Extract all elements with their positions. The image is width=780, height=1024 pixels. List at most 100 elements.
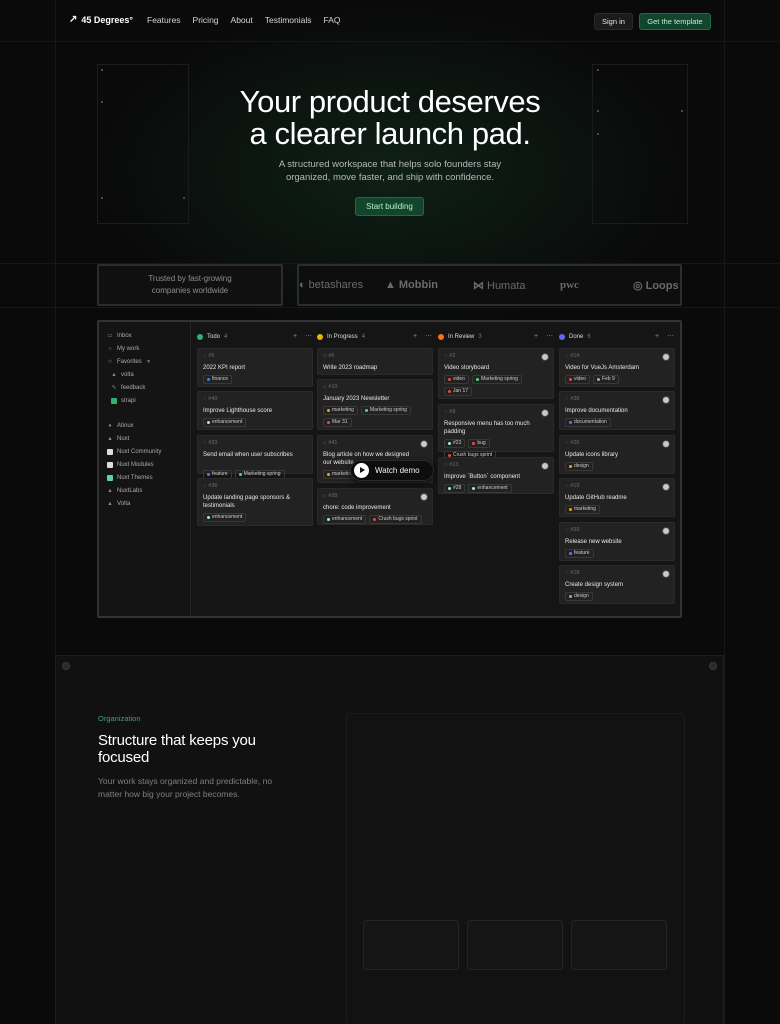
sidebar-item-volta[interactable]: ▲ volta [111, 372, 133, 378]
arrow-up-right-icon: ↗ [69, 14, 78, 25]
task-card[interactable]: ◌ #6 Write 2023 roadmap [317, 348, 433, 375]
card-title: Video for VueJs Amsterdam [565, 365, 640, 371]
sidebar-item-nuxt-themes[interactable]: Nuxt Themes [107, 475, 153, 481]
column-title: Todo [207, 334, 221, 340]
nav-link-testimonials[interactable]: Testimonials [265, 15, 312, 25]
sidebar-item-nuxt[interactable]: ▲ Nuxt [107, 436, 129, 442]
task-card[interactable]: ◌ #38 Improve documentation documentation [559, 391, 675, 430]
user-icon: ○ [108, 346, 112, 352]
brand-logo-humata: ⋈ Humata [473, 279, 526, 293]
tag-label: video [453, 376, 465, 382]
card-title: Update GitHub readme [565, 495, 627, 501]
tag-dot-icon [327, 409, 330, 412]
task-card[interactable]: ◌ #9 Responsive menu has too much padding #… [438, 404, 554, 460]
task-card[interactable]: ◌ #18 Create design system design [559, 565, 675, 604]
status-circle-icon: ◌ [565, 483, 569, 489]
tag-dot-icon [448, 487, 451, 490]
task-card[interactable]: ◌ #39 Release new website feature [559, 522, 675, 561]
tag-label: #23 [453, 440, 462, 446]
sidebar-item-nuxtlabs[interactable]: ▲ NuxtLabs [107, 488, 142, 494]
tag-dot-icon [569, 465, 572, 468]
nav-link-about[interactable]: About [231, 15, 253, 25]
tag-label: design [574, 593, 589, 599]
card-tags: design [565, 462, 593, 471]
card-tag: Crush bugs sprint [369, 515, 422, 524]
card-id-row: ◌ #33 [203, 440, 217, 446]
card-tags: video Feb 9 [565, 375, 619, 384]
sidebar-item-atinux[interactable]: ● Atinux [107, 423, 133, 429]
tag-label: Marketing spring [369, 407, 407, 413]
task-card[interactable]: ◌ #33 Send email when user subscribes featu… [197, 435, 313, 479]
sidebar-item-volta-workspace[interactable]: ▲ Volta [107, 501, 130, 507]
get-template-button[interactable]: Get the template [639, 13, 711, 30]
strapi-icon [111, 398, 117, 404]
card-tags: #28 enhancement [444, 484, 512, 493]
column-header: In Progress 4 + ⋯ [317, 332, 435, 342]
column-header: Done 6 + ⋯ [559, 332, 677, 342]
task-card[interactable]: ◌ #40 Improve Lighthouse score enhancement [197, 391, 313, 430]
card-tags: video Marketing spring [444, 375, 522, 384]
feature-panel [346, 713, 685, 1024]
card-id-row: ◌ #13 [444, 462, 458, 468]
tag-label: bug [477, 440, 486, 446]
sidebar-item-my-work[interactable]: ○ My work [107, 346, 139, 352]
brand-logo-loops: ◎ Loops [633, 279, 679, 293]
card-title: Create design system [565, 582, 624, 588]
grid-line [724, 0, 725, 1024]
task-card[interactable]: ◌ #13 Improve `Button` component #28 enhance… [438, 457, 554, 494]
task-card[interactable]: ◌ #28 chore: code improvement enhancement Cr… [317, 488, 433, 525]
sidebar-item-nuxt-modules[interactable]: Nuxt Modules [107, 462, 154, 468]
column-actions-icon[interactable]: + ⋯ [413, 332, 435, 340]
card-id-row: ◌ #18 [565, 570, 579, 576]
watch-demo-button[interactable]: Watch demo [350, 460, 434, 481]
sidebar-item-inbox[interactable]: ▭ Inbox [107, 333, 131, 339]
tag-label: video [574, 376, 586, 382]
sidebar-item-strapi[interactable]: strapi [111, 398, 136, 404]
task-card[interactable]: ◌ #36 Update landing page sponsors & testi… [197, 478, 313, 526]
column-actions-icon[interactable]: + ⋯ [293, 332, 315, 340]
card-tag: design [565, 592, 593, 601]
circle-icon: ◐ [299, 279, 306, 291]
nav-link-pricing[interactable]: Pricing [193, 15, 219, 25]
sign-in-button[interactable]: Sign in [594, 13, 633, 30]
task-card[interactable]: ◌ #5 2022 KPI report finance [197, 348, 313, 387]
tag-label: Crush bugs sprint [378, 516, 418, 522]
tag-label: feature [212, 471, 228, 477]
nav-link-features[interactable]: Features [147, 15, 181, 25]
tag-label: marketing [332, 407, 354, 413]
avatar [662, 396, 670, 404]
tag-label: documentation [574, 419, 607, 425]
column-actions-icon[interactable]: + ⋯ [655, 332, 677, 340]
task-card[interactable]: ◌ #10 January 2023 Newsletter marketing Mark… [317, 379, 433, 430]
status-circle-icon: ◌ [323, 353, 327, 359]
card-id: #10 [328, 384, 338, 390]
card-title: Responsive menu has too much padding [444, 421, 530, 435]
status-circle-icon: ◌ [203, 396, 207, 402]
tag-dot-icon [373, 518, 377, 521]
trusted-text: Trusted by fast-growing companies worldw… [148, 274, 232, 295]
start-building-button[interactable]: Start building [355, 197, 424, 216]
panel-card [571, 920, 667, 970]
top-nav: ↗ 45 Degrees° Features Pricing About Tes… [0, 0, 780, 42]
sidebar-item-favorites[interactable]: ☆ Favorites ▾ [107, 359, 152, 365]
task-card[interactable]: ◌ #2 Video storyboard video Marketing spring… [438, 348, 554, 399]
tag-dot-icon [569, 508, 572, 511]
tag-dot-icon [569, 421, 572, 424]
card-tag: marketing [323, 406, 358, 415]
card-id: #41 [328, 440, 338, 446]
task-card[interactable]: ◌ #19 Update GitHub readme marketing [559, 478, 675, 517]
card-tag: #28 [444, 484, 466, 493]
column-actions-icon[interactable]: + ⋯ [534, 332, 556, 340]
sidebar-item-feedback[interactable]: ✎ feedback [111, 385, 146, 391]
task-card[interactable]: ◌ #20 Update icons library design [559, 435, 675, 474]
card-title: Release new website [565, 539, 622, 545]
task-card[interactable]: ◌ #14 Video for VueJs Amsterdam video Feb 9 [559, 348, 675, 387]
status-circle-icon: ◌ [444, 409, 448, 415]
tag-dot-icon [327, 473, 330, 476]
sidebar-item-nuxt-community[interactable]: Nuxt Community [107, 449, 161, 455]
screw-icon [709, 662, 717, 670]
nav-link-faq[interactable]: FAQ [324, 15, 341, 25]
hero-subtitle-line: organized, move faster, and ship with co… [285, 172, 495, 183]
card-id-row: ◌ #28 [323, 493, 337, 499]
logo[interactable]: ↗ 45 Degrees° [69, 14, 133, 26]
